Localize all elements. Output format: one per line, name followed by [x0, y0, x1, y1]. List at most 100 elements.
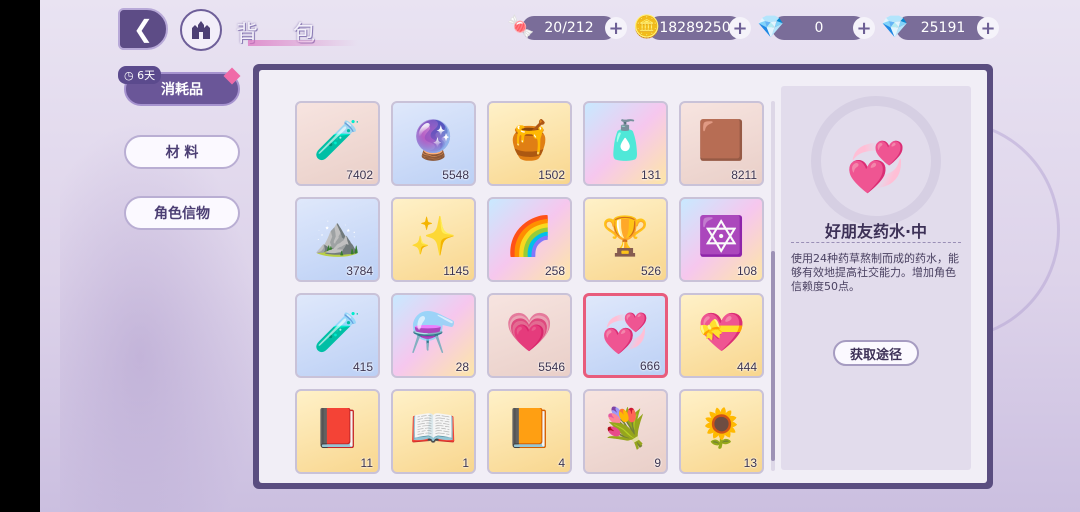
- inventory-item[interactable]: 💞 666: [583, 293, 668, 378]
- coin-counter: 18289250: [648, 16, 742, 40]
- title-decoration: [248, 40, 358, 46]
- inventory-item[interactable]: 💐 9: [583, 389, 668, 474]
- item-quantity: 258: [544, 264, 565, 278]
- coin-value: 18289250: [659, 20, 731, 36]
- item-quantity: 7402: [346, 168, 373, 182]
- detail-item-image: 💞: [846, 138, 906, 195]
- tab-materials[interactable]: 材 料: [124, 135, 240, 169]
- pink-diamond-icon: 💎: [757, 14, 785, 40]
- item-quantity: 13: [743, 456, 757, 470]
- inventory-item[interactable]: 📖 1: [391, 389, 476, 474]
- candy-icon: 🍬: [507, 14, 535, 40]
- blue-diamond-add-button[interactable]: +: [977, 17, 999, 39]
- blue-diamond-value: 25191: [920, 20, 966, 36]
- item-quantity: 1: [462, 456, 469, 470]
- tab-consumables-label: 消耗品: [161, 82, 203, 98]
- inventory-item[interactable]: ⚗️ 28: [391, 293, 476, 378]
- inventory-item[interactable]: 🍯 1502: [487, 101, 572, 186]
- tab-timer-text: 6天: [137, 69, 156, 82]
- inventory-item[interactable]: 🔮 5548: [391, 101, 476, 186]
- item-icon: ⛰️: [313, 213, 362, 258]
- tab-timer-badge: ◷ 6天: [118, 66, 162, 84]
- candy-value: 20/212: [544, 20, 594, 36]
- item-icon: 🌈: [505, 213, 554, 258]
- inventory-item[interactable]: 🧪 415: [295, 293, 380, 378]
- background-castle: [60, 120, 260, 512]
- inventory-item[interactable]: 🟫 8211: [679, 101, 764, 186]
- inventory-item[interactable]: 🌈 258: [487, 197, 572, 282]
- coin-add-button[interactable]: +: [729, 17, 751, 39]
- castle-icon: [192, 21, 210, 39]
- inventory-item[interactable]: ✨ 1145: [391, 197, 476, 282]
- inventory-panel-inner: 🧪 7402 🔮 5548 🍯 1502 🧴 131 🟫 8211 ⛰️ 3784 ✨ 1145 🌈 258 🏆…: [259, 70, 987, 483]
- item-icon: 💞: [601, 310, 650, 355]
- inventory-item[interactable]: 🧴 131: [583, 101, 668, 186]
- clock-icon: ◷: [124, 69, 134, 82]
- detail-divider: [791, 242, 961, 243]
- item-icon: 📙: [505, 405, 554, 450]
- item-detail-panel: 💞 好朋友药水·中 使用24种药草熬制而成的药水，能够有效地提高社交能力。增加角…: [781, 86, 971, 470]
- item-icon: 🧪: [313, 117, 362, 162]
- pink-diamond-add-button[interactable]: +: [853, 17, 875, 39]
- item-icon: 🔮: [409, 117, 458, 162]
- item-quantity: 1145: [443, 264, 469, 278]
- item-quantity: 8211: [731, 168, 757, 182]
- item-icon: ✨: [409, 213, 458, 258]
- item-quantity: 28: [455, 360, 469, 374]
- detail-item-description: 使用24种药草熬制而成的药水，能够有效地提高社交能力。增加角色信赖度50点。: [791, 252, 959, 293]
- item-quantity: 4: [558, 456, 565, 470]
- back-arrow-icon: ❮: [132, 15, 154, 43]
- pink-diamond-counter: 0: [772, 16, 866, 40]
- item-quantity: 526: [640, 264, 661, 278]
- item-quantity: 444: [736, 360, 757, 374]
- obtain-method-button[interactable]: 获取途径: [833, 340, 919, 366]
- item-icon: 🍯: [505, 117, 554, 162]
- item-quantity: 3784: [346, 264, 373, 278]
- item-grid[interactable]: 🧪 7402 🔮 5548 🍯 1502 🧴 131 🟫 8211 ⛰️ 3784 ✨ 1145 🌈 258 🏆…: [295, 101, 765, 477]
- inventory-item[interactable]: 🧪 7402: [295, 101, 380, 186]
- inventory-item[interactable]: ⛰️ 3784: [295, 197, 380, 282]
- item-quantity: 5548: [442, 168, 469, 182]
- obtain-method-label: 获取途径: [849, 347, 902, 363]
- item-icon: 🏆: [601, 213, 650, 258]
- screen-edge: [0, 0, 40, 512]
- candy-counter: 20/212: [522, 16, 616, 40]
- inventory-item[interactable]: 📕 11: [295, 389, 380, 474]
- item-quantity: 666: [639, 359, 660, 373]
- tab-character-tokens-label: 角色信物: [154, 206, 210, 222]
- home-button[interactable]: [180, 9, 222, 51]
- inventory-item[interactable]: 🔯 108: [679, 197, 764, 282]
- item-icon: 🔯: [697, 213, 746, 258]
- item-icon: 📕: [313, 405, 362, 450]
- inventory-item[interactable]: 💗 5546: [487, 293, 572, 378]
- item-icon: 🟫: [697, 117, 746, 162]
- inventory-item[interactable]: 📙 4: [487, 389, 572, 474]
- item-quantity: 1502: [538, 168, 565, 182]
- item-icon: 💝: [697, 309, 746, 354]
- back-button[interactable]: ❮: [118, 8, 168, 50]
- item-icon: 💗: [505, 309, 554, 354]
- inventory-panel: 🧪 7402 🔮 5548 🍯 1502 🧴 131 🟫 8211 ⛰️ 3784 ✨ 1145 🌈 258 🏆…: [253, 64, 993, 489]
- item-icon: ⚗️: [409, 309, 458, 354]
- item-quantity: 108: [736, 264, 757, 278]
- inventory-item[interactable]: 🏆 526: [583, 197, 668, 282]
- item-quantity: 131: [640, 168, 661, 182]
- item-icon: 🌻: [697, 405, 746, 450]
- item-quantity: 9: [654, 456, 661, 470]
- item-quantity: 415: [352, 360, 373, 374]
- coin-icon: 🪙: [633, 14, 661, 40]
- candy-add-button[interactable]: +: [605, 17, 627, 39]
- tab-character-tokens[interactable]: 角色信物: [124, 196, 240, 230]
- item-quantity: 11: [360, 456, 373, 470]
- grid-scrollbar[interactable]: [771, 101, 775, 471]
- tab-materials-label: 材 料: [165, 145, 199, 161]
- blue-diamond-counter: 25191: [896, 16, 990, 40]
- blue-diamond-icon: 💎: [881, 14, 909, 40]
- pink-diamond-value: 0: [814, 20, 824, 36]
- detail-item-name: 好朋友药水·中: [824, 222, 928, 241]
- inventory-item[interactable]: 💝 444: [679, 293, 764, 378]
- item-icon: 🧴: [601, 117, 650, 162]
- grid-scroll-thumb[interactable]: [771, 251, 775, 461]
- item-icon: 🧪: [313, 309, 362, 354]
- inventory-item[interactable]: 🌻 13: [679, 389, 764, 474]
